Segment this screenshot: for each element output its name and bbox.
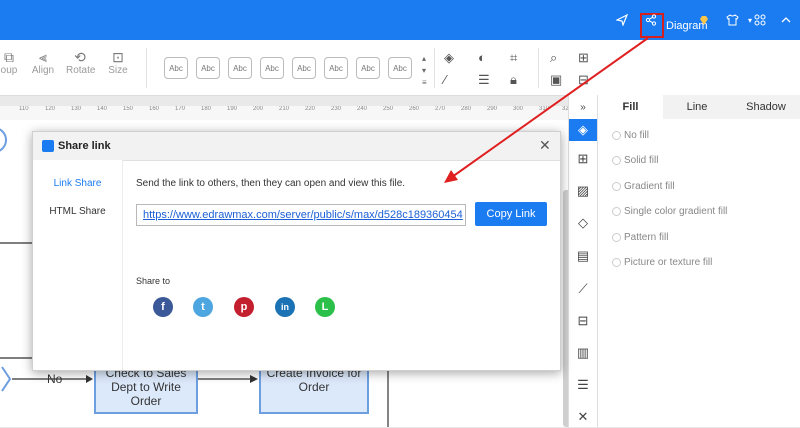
facebook-icon[interactable]: f — [153, 297, 173, 317]
option-single-color-gradient[interactable]: Single color gradient fill — [612, 206, 727, 217]
right-icon-bar: » ◈ ⊞ ▨ ◇ ▤ ⟋ ⊟ ▥ ☰ ✕ — [568, 95, 597, 427]
style-preset-6[interactable]: Abc — [324, 57, 348, 79]
send-icon[interactable] — [612, 10, 632, 30]
option-pattern-fill[interactable]: Pattern fill — [612, 232, 668, 243]
format-painter-icon[interactable]: ⊟ — [578, 72, 589, 88]
apps-grid-icon[interactable] — [750, 10, 770, 30]
size-tool[interactable]: ⊡ Size — [107, 49, 129, 76]
align-panel-icon[interactable]: ☰ — [569, 374, 597, 396]
page-icon[interactable]: ▤ — [569, 245, 597, 267]
fill-panel-icon[interactable]: ◈ — [569, 119, 597, 141]
style-preset-8[interactable]: Abc — [388, 57, 412, 79]
close-icon[interactable]: ✕ — [539, 137, 551, 154]
search-icon[interactable]: ⌕ — [550, 50, 557, 66]
tab-line[interactable]: Line — [663, 95, 731, 119]
group-tool[interactable]: ⧉ oup — [0, 49, 18, 76]
style-preset-1[interactable]: Abc — [164, 57, 188, 79]
line-app-icon[interactable]: L — [315, 297, 335, 317]
nav-html-share[interactable]: HTML Share — [33, 206, 122, 217]
collapse-up-icon[interactable] — [776, 10, 796, 30]
style-preset-2[interactable]: Abc — [196, 57, 220, 79]
data-icon[interactable]: ▥ — [569, 342, 597, 364]
line-color-icon[interactable]: ∕ — [444, 72, 446, 87]
connector-icon[interactable]: ✕ — [569, 406, 597, 428]
tab-shadow[interactable]: Shadow — [731, 95, 800, 119]
chart-icon[interactable]: ⟋ — [569, 278, 597, 300]
share-link-dialog: Share link ✕ Link Share HTML Share Send … — [32, 131, 561, 371]
nav-link-share[interactable]: Link Share — [33, 178, 122, 189]
share-to-label: Share to — [136, 276, 171, 286]
select-frame-icon[interactable]: ▣ — [550, 72, 562, 88]
copy-link-button[interactable]: Copy Link — [475, 202, 547, 226]
style-scroll-up-icon[interactable]: ▴ — [422, 54, 426, 63]
style-preset-4[interactable]: Abc — [260, 57, 284, 79]
option-solid-fill[interactable]: Solid fill — [612, 155, 658, 166]
group-icon: ⧉ — [4, 49, 14, 65]
theme-grid-icon[interactable]: ⊞ — [569, 148, 597, 170]
lock-icon[interactable]: 🔒︎ — [510, 72, 517, 88]
dialog-header: Share link ✕ — [33, 132, 560, 161]
option-no-fill[interactable]: No fill — [612, 130, 649, 141]
line-style-icon[interactable]: ☰ — [478, 72, 490, 88]
find-replace-icon[interactable]: ⊞ — [578, 50, 589, 66]
style-expand-icon[interactable]: ≡ — [422, 78, 427, 87]
layers-icon[interactable]: ◇ — [569, 212, 597, 234]
tab-fill[interactable]: Fill — [598, 95, 663, 119]
style-scroll-down-icon[interactable]: ▾ — [422, 66, 426, 75]
rotate-icon: ⟲ — [74, 49, 86, 65]
style-preset-7[interactable]: Abc — [356, 57, 380, 79]
align-icon: ⫷ — [39, 49, 47, 65]
shirt-icon[interactable] — [722, 10, 742, 30]
fill-panel: Fill Line Shadow No fill Solid fill Grad… — [597, 95, 800, 427]
dialog-nav: Link Share HTML Share — [33, 160, 123, 370]
rotate-tool[interactable]: ⟲ Rotate — [66, 49, 95, 76]
no-connector-label: No — [47, 372, 63, 386]
share-icon[interactable] — [641, 10, 661, 30]
linkedin-icon[interactable]: in — [275, 297, 295, 317]
table-icon[interactable]: ⊟ — [569, 310, 597, 332]
title-bar: Diagram ▾ — [0, 0, 800, 40]
pinterest-icon[interactable]: p — [234, 297, 254, 317]
option-picture-fill[interactable]: Picture or texture fill — [612, 257, 712, 268]
option-gradient-fill[interactable]: Gradient fill — [612, 181, 675, 192]
share-instructions: Send the link to others, then they can o… — [136, 178, 406, 189]
fill-bucket-icon[interactable]: ◈ — [444, 50, 454, 66]
horizontal-ruler: 110 120 130 140 150 160 170 180 190 200 … — [0, 106, 572, 121]
share-url-field[interactable]: https://www.edrawmax.com/server/public/s… — [136, 204, 466, 226]
diamond-badge-icon — [694, 11, 714, 31]
shape-style-icon[interactable]: ◐ — [478, 50, 486, 65]
align-tool[interactable]: ⫷ Align — [30, 49, 56, 76]
size-icon: ⊡ — [112, 49, 124, 65]
expand-panel-icon[interactable]: » — [569, 96, 597, 118]
crop-icon[interactable]: ⌗ — [510, 50, 517, 66]
toolbar: ⧉ oup ⫷ Align ⟲ Rotate ⊡ Size Abc Abc Ab… — [0, 40, 800, 96]
twitter-icon[interactable]: t — [193, 297, 213, 317]
dialog-title: Share link — [58, 140, 111, 152]
style-preset-5[interactable]: Abc — [292, 57, 316, 79]
image-icon[interactable]: ▨ — [569, 180, 597, 202]
edraw-logo-icon — [42, 140, 54, 152]
style-preset-3[interactable]: Abc — [228, 57, 252, 79]
